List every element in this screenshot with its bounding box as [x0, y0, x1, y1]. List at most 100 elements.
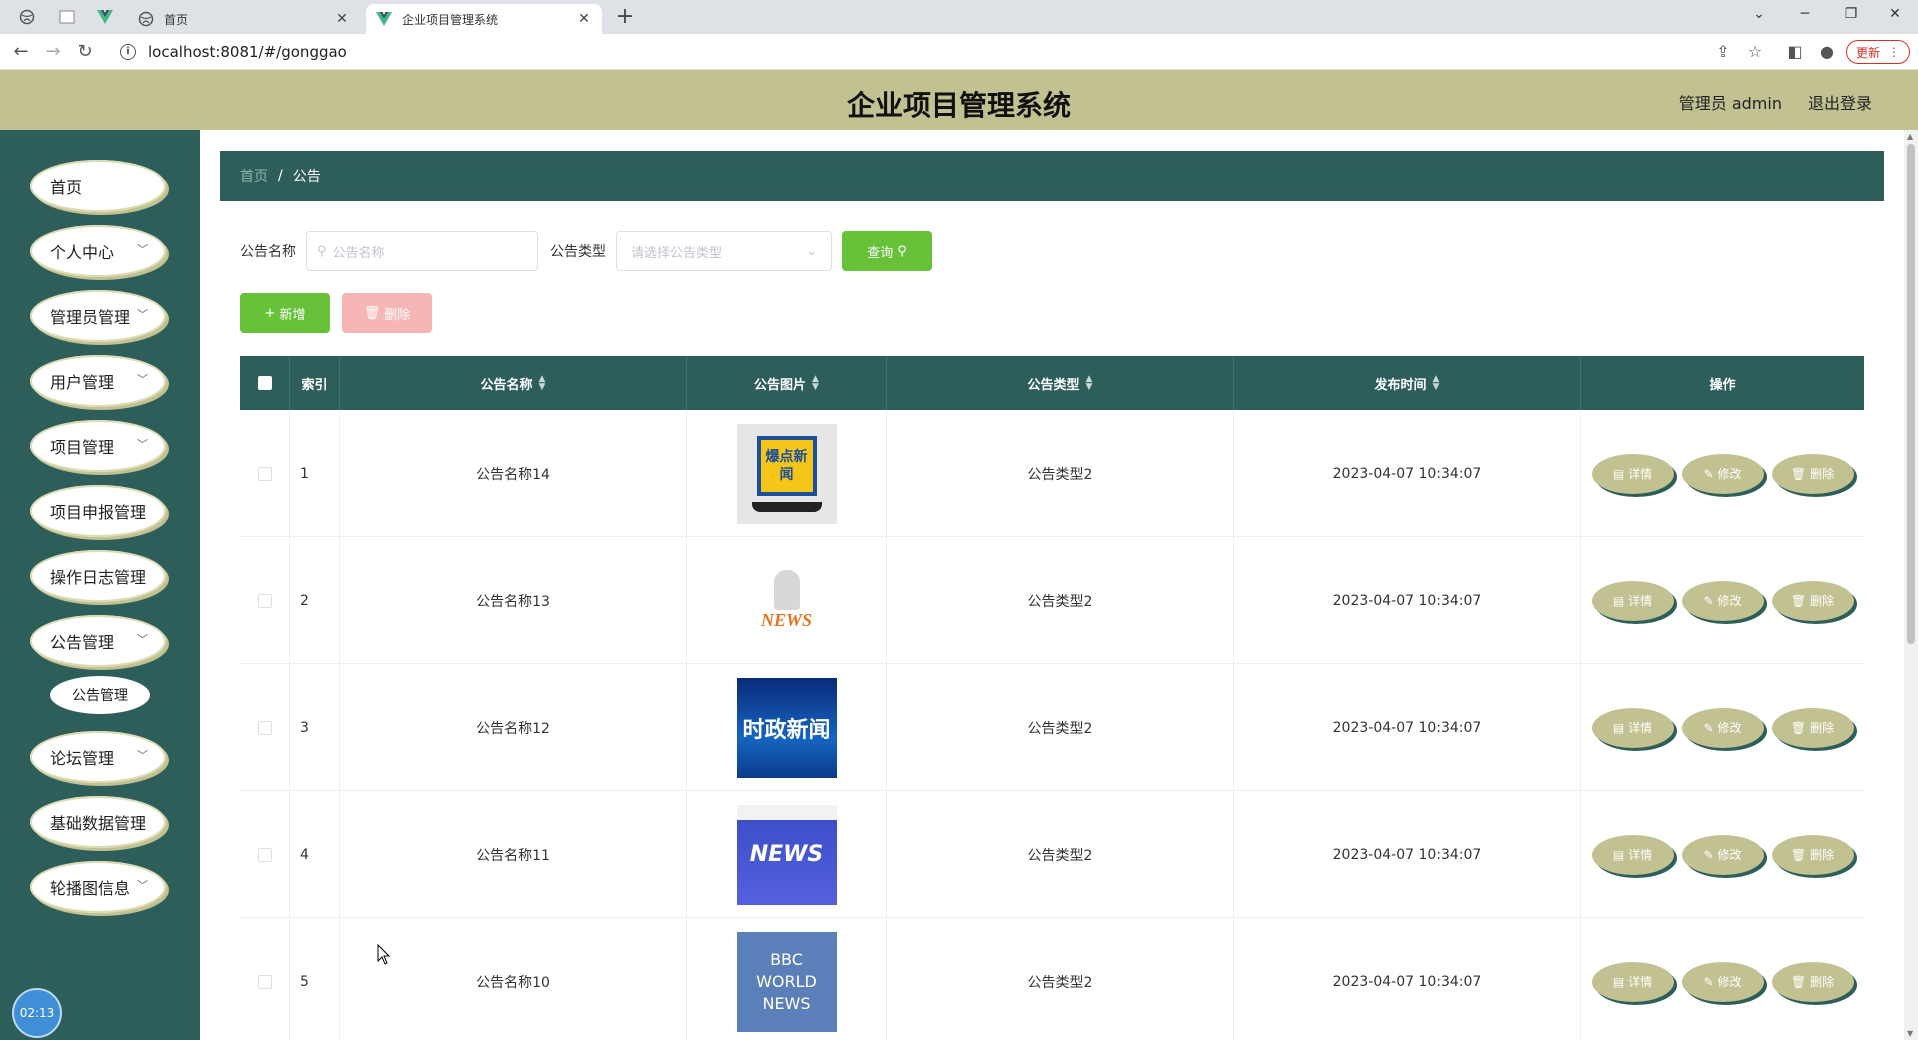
row-time: 2023-04-07 10:34:07 — [1234, 791, 1581, 918]
window-close-icon[interactable]: ✕ — [1872, 0, 1918, 30]
announcement-thumbnail[interactable]: 时政新闻 — [736, 677, 837, 778]
chevron-down-icon: ﹀ — [137, 879, 148, 892]
announcement-thumbnail[interactable]: NEWS — [736, 804, 837, 905]
detail-button[interactable]: ▤ 详情 — [1591, 453, 1674, 494]
sort-icon[interactable]: ▲ ▼ — [1433, 375, 1440, 392]
delete-label: 删除 — [384, 307, 411, 323]
row-index: 4 — [290, 791, 340, 918]
sidebar-item-label: 个人中心 — [50, 243, 115, 262]
row-checkbox[interactable] — [257, 974, 272, 989]
row-checkbox[interactable] — [257, 847, 272, 862]
trash-icon: 🗑 — [1790, 847, 1807, 862]
sidebar-item-admins[interactable]: 管理员管理 ﹀ — [30, 290, 166, 342]
tab-favicon-1[interactable] — [12, 6, 42, 28]
row-checkbox[interactable] — [257, 593, 272, 608]
delete-button[interactable]: 🗑 删除 — [1771, 707, 1854, 748]
close-icon[interactable]: ✕ — [334, 11, 350, 27]
delete-button[interactable]: 🗑 删除 — [1771, 580, 1854, 621]
url-field[interactable]: i localhost:8081/#/gonggao — [110, 38, 1730, 66]
delete-button[interactable]: 🗑 删除 — [1771, 961, 1854, 1002]
sidebar-item-carousel[interactable]: 轮播图信息 ﹀ — [30, 861, 166, 913]
table-row: 4 公告名称11 NEWS 公告类型2 2023-04-07 10:34:07 … — [240, 791, 1864, 918]
edit-button[interactable]: ✎ 修改 — [1681, 580, 1764, 621]
sidebar-item-forum[interactable]: 论坛管理 ﹀ — [30, 731, 166, 783]
column-type[interactable]: 公告类型 ▲ ▼ — [887, 356, 1234, 410]
tab-favicon-2[interactable] — [52, 6, 82, 28]
select-all-checkbox[interactable] — [257, 376, 272, 390]
detail-button[interactable]: ▤ 详情 — [1591, 961, 1674, 1002]
sidepanel-icon[interactable]: ◧ — [1784, 42, 1806, 62]
restore-icon[interactable]: ❐ — [1828, 0, 1874, 30]
name-search-placeholder: 公告名称 — [332, 245, 385, 261]
page-icon — [59, 10, 75, 24]
column-time[interactable]: 发布时间 ▲ ▼ — [1234, 356, 1581, 410]
back-icon[interactable]: ← — [8, 40, 34, 64]
chevron-down-icon: ﹀ — [137, 373, 148, 386]
row-select-cell — [240, 410, 290, 537]
share-icon[interactable]: ⇪ — [1712, 42, 1734, 62]
tab-home[interactable]: 首页 ✕ — [128, 4, 360, 34]
name-search-input[interactable]: ⚲ 公告名称 — [306, 231, 538, 271]
profile-icon[interactable]: ● — [1816, 42, 1838, 62]
sidebar-item-announcements[interactable]: 公告管理 ﹀ — [30, 615, 166, 667]
sidebar-item-projects[interactable]: 项目管理 ﹀ — [30, 420, 166, 472]
sidebar-item-users[interactable]: 用户管理 ﹀ — [30, 355, 166, 407]
update-button[interactable]: 更新 ⋮ — [1846, 40, 1910, 64]
tab-active[interactable]: 企业项目管理系统 ✕ — [366, 4, 602, 34]
announcement-thumbnail[interactable]: NEWS — [736, 550, 837, 651]
query-button[interactable]: 查询 ⚲ — [842, 231, 932, 271]
submenu-item-announcements[interactable]: 公告管理 — [50, 676, 150, 714]
logout-link[interactable]: 退出登录 — [1808, 90, 1872, 114]
column-label: 操作 — [1709, 377, 1736, 393]
bulk-delete-button[interactable]: 🗑 删除 — [342, 293, 432, 333]
figure-graphic — [773, 570, 800, 610]
announcement-thumbnail[interactable]: BBC WORLD NEWS — [736, 931, 837, 1032]
edit-button[interactable]: ✎ 修改 — [1681, 961, 1764, 1002]
tab-favicon-3[interactable] — [90, 6, 120, 28]
sidebar-item-home[interactable]: 首页 — [30, 160, 166, 212]
detail-button[interactable]: ▤ 详情 — [1591, 580, 1674, 621]
scroll-up-icon[interactable]: ▲ — [1907, 132, 1913, 141]
row-actions: ▤ 详情 ✎ 修改 🗑 删除 — [1581, 664, 1864, 791]
tab-search-icon[interactable]: ⌄ — [1736, 0, 1782, 30]
detail-button[interactable]: ▤ 详情 — [1591, 707, 1674, 748]
row-checkbox[interactable] — [257, 466, 272, 481]
sort-icon[interactable]: ▲ ▼ — [539, 375, 546, 392]
sort-icon[interactable]: ▲ ▼ — [812, 375, 819, 392]
row-checkbox[interactable] — [257, 720, 272, 735]
info-icon[interactable]: i — [120, 44, 136, 60]
announcement-thumbnail[interactable]: 爆点新闻 — [736, 423, 837, 524]
new-tab-button[interactable]: + — [612, 5, 638, 31]
document-icon: ▤ — [1612, 974, 1625, 989]
forward-icon[interactable]: → — [40, 40, 66, 64]
clock-widget: 02:13 — [12, 988, 62, 1038]
column-name[interactable]: 公告名称 ▲ ▼ — [340, 356, 687, 410]
detail-label: 详情 — [1628, 467, 1653, 481]
row-index: 2 — [290, 537, 340, 664]
minimize-icon[interactable]: ─ — [1782, 0, 1828, 30]
sidebar-item-operation-logs[interactable]: 操作日志管理 — [30, 550, 166, 602]
close-icon[interactable]: ✕ — [576, 11, 592, 27]
row-name: 公告名称10 — [340, 918, 687, 1040]
sidebar-item-project-applications[interactable]: 项目申报管理 — [30, 485, 166, 537]
sort-icon[interactable]: ▲ ▼ — [1086, 375, 1093, 392]
page-scrollbar[interactable]: ▲ ▼ — [1904, 130, 1918, 1040]
delete-button[interactable]: 🗑 删除 — [1771, 834, 1854, 875]
edit-button[interactable]: ✎ 修改 — [1681, 834, 1764, 875]
reload-icon[interactable]: ↻ — [72, 40, 98, 64]
sidebar-item-profile[interactable]: 个人中心 ﹀ — [30, 225, 166, 277]
star-icon[interactable]: ☆ — [1744, 42, 1766, 62]
column-image[interactable]: 公告图片 ▲ ▼ — [687, 356, 887, 410]
delete-button[interactable]: 🗑 删除 — [1771, 453, 1854, 494]
edit-button[interactable]: ✎ 修改 — [1681, 453, 1764, 494]
detail-button[interactable]: ▤ 详情 — [1591, 834, 1674, 875]
breadcrumb-home[interactable]: 首页 — [240, 166, 268, 186]
type-select[interactable]: 请选择公告类型 ⌄ — [616, 231, 832, 271]
column-label: 索引 — [301, 377, 328, 393]
scroll-down-icon[interactable]: ▼ — [1907, 1029, 1913, 1038]
add-button[interactable]: + 新增 — [240, 293, 330, 333]
sidebar-item-base-data[interactable]: 基础数据管理 — [30, 796, 166, 848]
scrollbar-thumb[interactable] — [1907, 144, 1915, 644]
edit-button[interactable]: ✎ 修改 — [1681, 707, 1764, 748]
column-index: 索引 — [290, 356, 340, 410]
